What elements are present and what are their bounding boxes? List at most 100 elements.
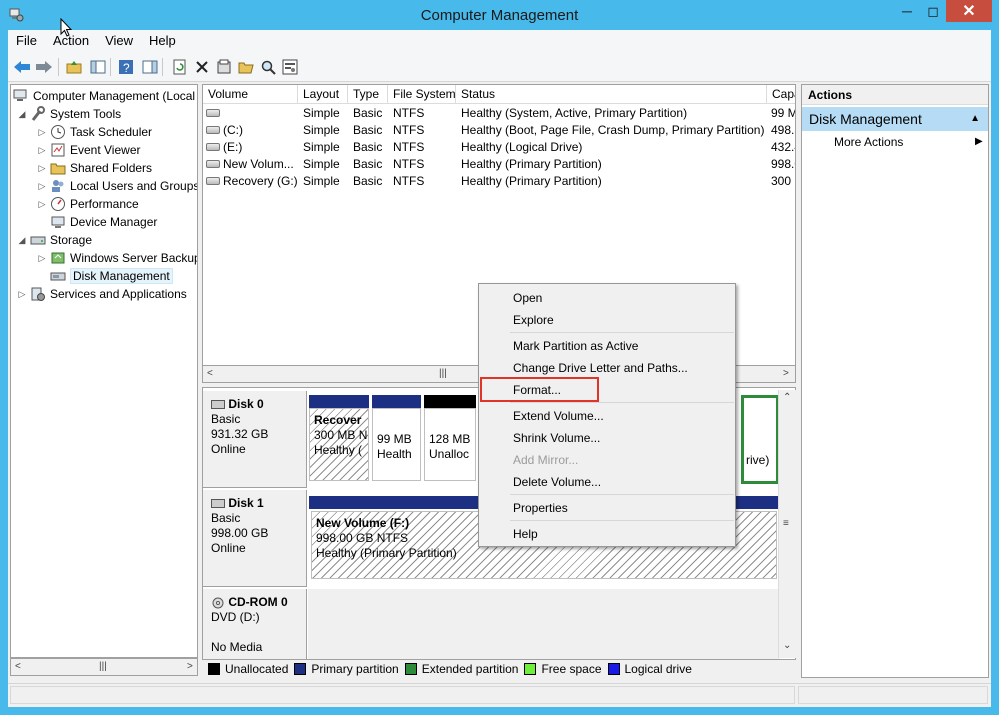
up-folder-button[interactable] xyxy=(64,57,84,77)
table-row[interactable]: Recovery (G:) Simple Basic NTFS Healthy (Pri… xyxy=(203,173,795,190)
cdrom0-drive: DVD (D:) xyxy=(211,610,260,624)
tree-item-event-viewer[interactable]: ▷ Event Viewer xyxy=(37,141,141,159)
table-row[interactable]: New Volum... Simple Basic NTFS Healthy (Prim… xyxy=(203,156,795,173)
column-capacity[interactable]: Capa xyxy=(767,85,795,104)
forward-arrow-icon xyxy=(36,61,52,73)
table-row[interactable]: Simple Basic NTFS Healthy (System, Active, … xyxy=(203,105,795,122)
drive-icon xyxy=(206,126,220,134)
scroll-right-icon[interactable]: > xyxy=(187,661,193,672)
menu-item-extend-volume[interactable]: Extend Volume... xyxy=(481,405,733,427)
collapsed-arrow-icon[interactable]: ▷ xyxy=(37,181,47,192)
minimize-button[interactable]: ─ xyxy=(894,0,920,22)
tree-item-disk-management[interactable]: Disk Management xyxy=(50,267,173,285)
disk0-label[interactable]: Disk 0 Basic 931.32 GB Online xyxy=(203,391,307,488)
collapsed-arrow-icon[interactable]: ▷ xyxy=(37,253,47,264)
tree-item-root[interactable]: Computer Management (Local xyxy=(13,87,195,105)
properties-button[interactable] xyxy=(214,57,234,77)
help-button[interactable]: ? xyxy=(116,57,136,77)
collapse-up-icon[interactable]: ▲ xyxy=(970,107,980,131)
partition-logical-e[interactable]: rive) xyxy=(741,395,779,484)
minimize-icon: ─ xyxy=(902,3,912,19)
show-hide-tree-button[interactable] xyxy=(88,57,108,77)
drive-icon xyxy=(206,160,220,168)
menu-item-open[interactable]: Open xyxy=(481,287,733,309)
disk1-label[interactable]: Disk 1 Basic 998.00 GB Online xyxy=(203,490,307,587)
scroll-thumb-icon[interactable]: ||| xyxy=(99,661,107,672)
cell-fs: NTFS xyxy=(393,140,425,154)
menu-file[interactable]: File xyxy=(8,30,45,52)
partition-unallocated[interactable]: 128 MB Unalloc xyxy=(424,408,476,481)
partition-system[interactable]: 99 MB Health xyxy=(372,408,421,481)
tree-label: Services and Applications xyxy=(50,287,187,301)
tree-item-task-scheduler[interactable]: ▷ Task Scheduler xyxy=(37,123,152,141)
tree-item-storage[interactable]: ◢ Storage xyxy=(17,231,93,249)
actions-section-disk-management[interactable]: Disk Management ▲ xyxy=(802,107,988,131)
scroll-down-icon[interactable]: ⌄ xyxy=(783,640,791,651)
menu-help[interactable]: Help xyxy=(141,30,184,52)
table-row[interactable]: (E:) Simple Basic NTFS Healthy (Logical Driv… xyxy=(203,139,795,156)
cell-layout: Simple xyxy=(303,106,340,120)
menu-item-format[interactable]: Format... xyxy=(481,379,733,401)
toolbar: ? xyxy=(8,52,991,82)
cdrom-icon xyxy=(212,597,224,609)
tree-item-device-manager[interactable]: Device Manager xyxy=(50,213,157,231)
tree-horizontal-scrollbar[interactable]: < ||| > xyxy=(10,658,198,676)
action-pane-button[interactable] xyxy=(140,57,160,77)
collapsed-arrow-icon[interactable]: ▷ xyxy=(37,145,47,156)
context-menu: Open Explore Mark Partition as Active Ch… xyxy=(478,283,736,547)
disk-settings-button[interactable] xyxy=(280,57,300,77)
table-row[interactable]: (C:) Simple Basic NTFS Healthy (Boot, Page F… xyxy=(203,122,795,139)
column-layout[interactable]: Layout xyxy=(298,85,348,104)
collapsed-arrow-icon[interactable]: ▷ xyxy=(17,289,27,300)
tree-item-services[interactable]: ▷ Services and Applications xyxy=(17,285,187,303)
title-bar[interactable]: Computer Management ─ ◻ ✕ xyxy=(0,0,999,30)
close-button[interactable]: ✕ xyxy=(946,0,992,22)
tree-item-server-backup[interactable]: ▷ Windows Server Backup xyxy=(37,249,197,267)
disk1-name: Disk 1 xyxy=(228,496,264,510)
column-file-system[interactable]: File System xyxy=(388,85,456,104)
collapsed-arrow-icon[interactable]: ▷ xyxy=(37,163,47,174)
scroll-thumb-icon[interactable]: ≡ xyxy=(783,518,789,529)
expanded-arrow-icon[interactable]: ◢ xyxy=(17,109,27,120)
menu-item-mark-active[interactable]: Mark Partition as Active xyxy=(481,335,733,357)
maximize-button[interactable]: ◻ xyxy=(920,0,946,22)
scroll-up-icon[interactable]: ⌃ xyxy=(783,392,791,403)
tree-item-local-users[interactable]: ▷ Local Users and Groups xyxy=(37,177,197,195)
partition-recovery[interactable]: Recover 300 MB N Healthy ( xyxy=(309,408,369,481)
tree-item-system-tools[interactable]: ◢ System Tools xyxy=(17,105,121,123)
disk-vertical-scrollbar[interactable]: ⌃ ≡ ⌄ xyxy=(778,390,796,658)
open-folder-icon xyxy=(238,62,254,74)
column-volume[interactable]: Volume xyxy=(203,85,298,104)
menu-item-shrink-volume[interactable]: Shrink Volume... xyxy=(481,427,733,449)
cdrom0-label[interactable]: CD-ROM 0 DVD (D:) No Media xyxy=(203,589,307,659)
up-folder-icon xyxy=(66,61,82,74)
menu-view[interactable]: View xyxy=(97,30,141,52)
menu-item-properties[interactable]: Properties xyxy=(481,497,733,519)
collapsed-arrow-icon[interactable]: ▷ xyxy=(37,199,47,210)
scroll-left-icon[interactable]: < xyxy=(207,368,213,379)
partition-status: Unalloc xyxy=(429,447,470,461)
tree-label: Computer Management (Local xyxy=(33,89,196,103)
tree-item-shared-folders[interactable]: ▷ Shared Folders xyxy=(37,159,153,177)
more-actions-item[interactable]: More Actions xyxy=(834,135,903,149)
scroll-left-icon[interactable]: < xyxy=(15,661,21,672)
scroll-right-icon[interactable]: > xyxy=(783,368,789,379)
menu-item-delete-volume[interactable]: Delete Volume... xyxy=(481,471,733,493)
status-segment xyxy=(10,686,795,704)
back-button[interactable] xyxy=(12,57,32,77)
column-status[interactable]: Status xyxy=(456,85,767,104)
delete-button[interactable] xyxy=(192,57,212,77)
forward-button[interactable] xyxy=(34,57,54,77)
refresh-button[interactable] xyxy=(170,57,190,77)
scroll-thumb-icon[interactable]: ||| xyxy=(439,368,447,379)
search-button[interactable] xyxy=(258,57,278,77)
menu-separator xyxy=(510,402,734,403)
tree-item-performance[interactable]: ▷ Performance xyxy=(37,195,139,213)
menu-item-change-drive-letter[interactable]: Change Drive Letter and Paths... xyxy=(481,357,733,379)
expanded-arrow-icon[interactable]: ◢ xyxy=(17,235,27,246)
column-type[interactable]: Type xyxy=(348,85,388,104)
collapsed-arrow-icon[interactable]: ▷ xyxy=(37,127,47,138)
menu-item-help[interactable]: Help xyxy=(481,523,733,545)
open-button[interactable] xyxy=(236,57,256,77)
menu-item-explore[interactable]: Explore xyxy=(481,309,733,331)
